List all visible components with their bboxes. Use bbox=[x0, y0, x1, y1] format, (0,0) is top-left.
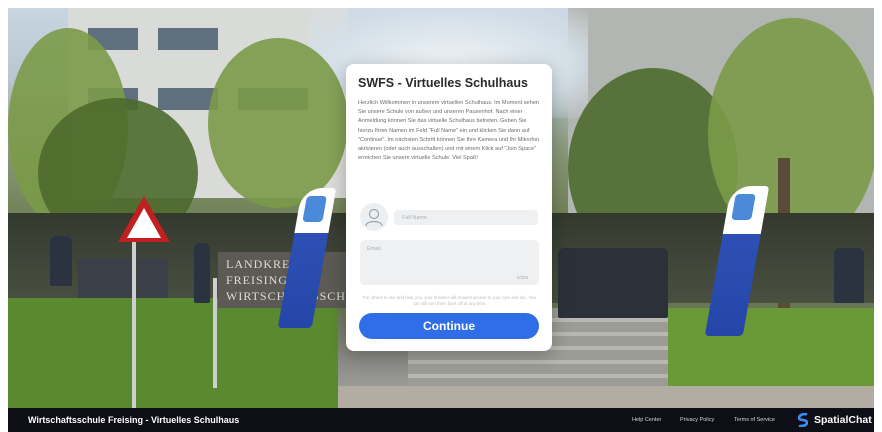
welcome-description: Herzlich Willkommen in unserem virtuelle… bbox=[358, 100, 540, 162]
full-name-input[interactable] bbox=[394, 210, 538, 225]
character-counter: 0/250 bbox=[517, 275, 529, 280]
privacy-policy-link[interactable]: Privacy Policy bbox=[680, 417, 714, 423]
help-center-link[interactable]: Help Center bbox=[632, 417, 661, 423]
terms-of-service-link[interactable]: Terms of Service bbox=[734, 417, 775, 423]
privacy-note: For others to see and hear you, your bro… bbox=[363, 295, 536, 306]
brand-name: SpatialChat bbox=[814, 414, 872, 426]
footer-title: Wirtschaftsschule Freising - Virtuelles … bbox=[28, 415, 240, 425]
walkway bbox=[338, 386, 874, 408]
user-avatar-icon[interactable] bbox=[360, 203, 388, 231]
card-title: SWFS - Virtuelles Schulhaus bbox=[358, 76, 528, 90]
spatialchat-logo-icon bbox=[798, 413, 808, 427]
name-row bbox=[360, 203, 540, 231]
footer-bar: Wirtschaftsschule Freising - Virtuelles … bbox=[8, 408, 874, 432]
spatialchat-brand[interactable]: SpatialChat bbox=[798, 413, 872, 427]
welcome-card: SWFS - Virtuelles Schulhaus Herzlich Wil… bbox=[346, 64, 552, 351]
continue-button[interactable]: Continue bbox=[359, 313, 539, 339]
email-input[interactable] bbox=[360, 240, 539, 285]
